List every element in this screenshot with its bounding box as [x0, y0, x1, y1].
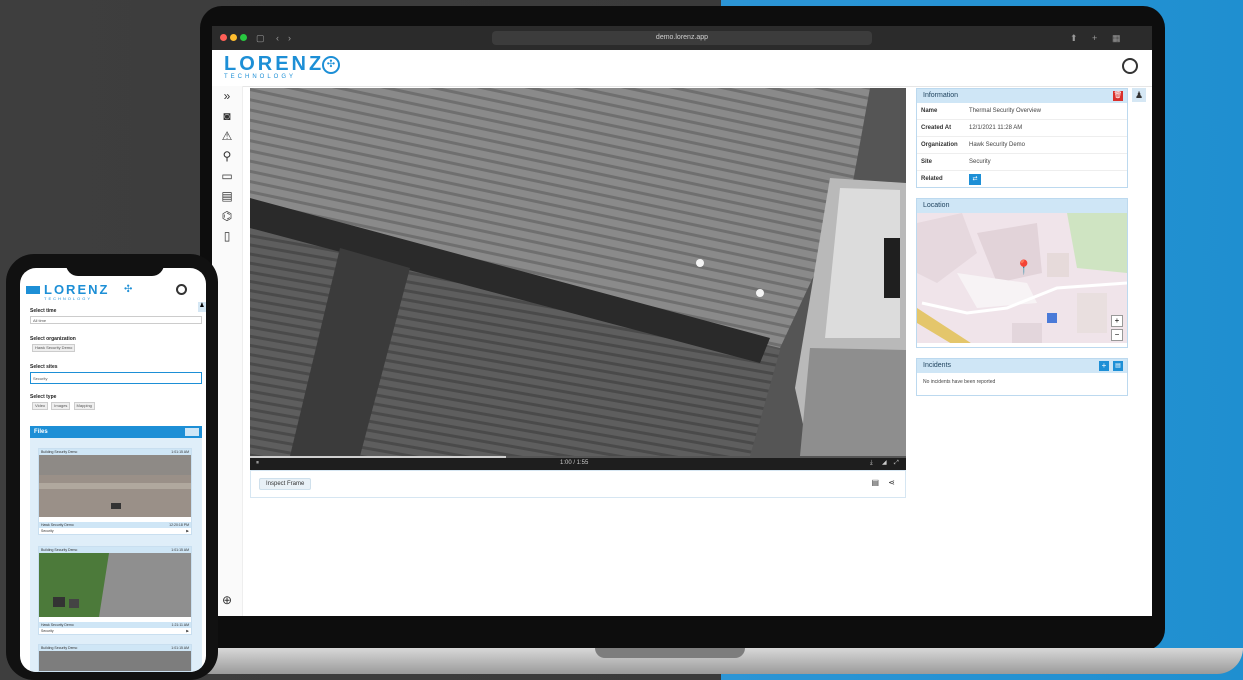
organization-select[interactable]: Hawk Security Demo [30, 344, 202, 352]
fullscreen-icon[interactable]: ⤢ [894, 456, 899, 470]
video-progress-fill [250, 456, 506, 458]
view-toggle-icon[interactable] [185, 428, 199, 436]
info-row: Site Security [917, 154, 1127, 171]
sidebar-phone-icon[interactable]: ▯ [219, 228, 235, 244]
incidents-header: Incidents + ▤ [917, 359, 1127, 373]
phone-logo-subtitle: TECHNOLOGY [44, 296, 93, 301]
video-icon: ▶ [186, 629, 189, 633]
map-graphic [917, 213, 1127, 343]
download-icon[interactable]: ⤓ [870, 456, 873, 470]
sidebar-expand-icon[interactable]: » [219, 88, 235, 104]
sites-input[interactable]: Security [30, 372, 202, 384]
user-avatar-icon[interactable] [1122, 58, 1138, 74]
video-time: 1:00 / 1:55 [560, 460, 589, 466]
file-thumbnail [39, 455, 191, 517]
time-select[interactable]: All time [30, 316, 202, 324]
laptop-screen: ▢ ‹ › demo.lorenz.app ⬆ + ▦ LORENZ TECHN… [212, 26, 1152, 616]
browser-toolbar: ▢ ‹ › demo.lorenz.app ⬆ + ▦ [212, 26, 1152, 50]
map-pin-icon[interactable]: 📍 [1015, 259, 1032, 276]
time-label: Select time [30, 308, 57, 314]
information-panel: Information 🗑 Name Thermal Security Overv… [916, 88, 1128, 188]
incidents-panel: Incidents + ▤ No incidents have been rep… [916, 358, 1128, 396]
maximize-window-icon[interactable] [240, 34, 247, 41]
organization-label: Select organization [30, 336, 76, 342]
add-incident-icon[interactable]: + [1099, 361, 1109, 371]
new-tab-icon[interactable]: + [1092, 32, 1097, 44]
phone-notch [66, 258, 164, 276]
share-icon[interactable]: ⋖ [888, 478, 895, 487]
zoom-in-button[interactable]: + [1111, 315, 1123, 327]
organization-chip[interactable]: Hawk Security Demo [32, 344, 76, 352]
forward-icon[interactable]: › [288, 32, 291, 44]
files-header: Files [30, 426, 202, 438]
type-chip[interactable]: Mapping [73, 402, 95, 410]
info-row: Name Thermal Security Overview [917, 103, 1127, 120]
phone-user-panel-icon[interactable]: ♟ [198, 302, 206, 312]
sidebar-globe-icon[interactable]: ⊕ [219, 592, 235, 608]
phone-screen: LORENZ TECHNOLOGY ✣ ♟ Select time All ti… [20, 268, 206, 672]
location-panel: Location 📍 + − [916, 198, 1128, 348]
app-header: LORENZ TECHNOLOGY ✣ [212, 50, 1152, 87]
info-row: Created At 12/1/2021 11:28 AM [917, 120, 1127, 137]
tab-overview-icon[interactable]: ▦ [1112, 32, 1121, 44]
document-icon[interactable]: ▤ [871, 478, 879, 487]
delete-icon[interactable]: 🗑 [1113, 91, 1123, 101]
inspect-frame-button[interactable]: Inspect Frame [259, 478, 312, 490]
video-controls: ⏸ 1:00 / 1:55 ⤓ ◢ ⤢ [250, 456, 906, 470]
files-title: Files [34, 429, 48, 435]
related-link-icon[interactable]: ⇄ [969, 174, 981, 185]
video-icon: ▶ [186, 529, 189, 533]
location-header: Location [917, 199, 1127, 213]
file-card[interactable]: Building Security Demo 1:01:15 AM Hawk Se… [38, 448, 192, 535]
phone-user-avatar-icon[interactable] [176, 284, 187, 295]
file-card[interactable]: Building Security Demo 1:01:15 AM [38, 644, 192, 672]
sidebar-document-icon[interactable]: ▤ [219, 188, 235, 204]
incident-list-icon[interactable]: ▤ [1113, 361, 1123, 371]
file-thumbnail [39, 553, 191, 617]
sidebar-warning-icon[interactable]: ⚠ [219, 128, 235, 144]
info-row: Organization Hawk Security Demo [917, 137, 1127, 154]
thermal-video-frame[interactable] [250, 88, 906, 456]
information-header: Information 🗑 [917, 89, 1127, 103]
logo[interactable]: LORENZ [224, 53, 324, 76]
logo-subtitle: TECHNOLOGY [224, 74, 297, 80]
location-map[interactable]: 📍 + − [917, 213, 1127, 343]
type-label: Select type [30, 394, 57, 400]
file-thumbnail [39, 651, 191, 671]
type-select[interactable]: Video Images Mapping [30, 402, 202, 410]
zoom-out-button[interactable]: − [1111, 329, 1123, 341]
volume-icon[interactable]: ◢ [882, 456, 887, 470]
phone-menu-icon[interactable] [26, 286, 40, 294]
minimize-window-icon[interactable] [230, 34, 237, 41]
phone-logo: LORENZ [44, 282, 110, 297]
file-card[interactable]: Building Security Demo 1:01:15 AM Hawk Se… [38, 546, 192, 635]
logo-mark-icon: ✣ [322, 56, 340, 74]
video-action-bar: Inspect Frame ▤ ⋖ [250, 470, 906, 498]
user-panel-icon[interactable]: ♟ [1132, 88, 1146, 102]
sidebar-toggle-icon[interactable]: ▢ [256, 32, 265, 44]
type-chip[interactable]: Video [32, 402, 49, 410]
sidebar-hierarchy-icon[interactable]: ⌬ [219, 208, 235, 224]
information-title: Information [923, 92, 959, 99]
info-row: Related ⇄ [917, 171, 1127, 187]
sites-label: Select sites [30, 364, 58, 370]
close-window-icon[interactable] [220, 34, 227, 41]
sidebar-camera-icon[interactable]: ◙ [219, 108, 235, 124]
type-chip[interactable]: Images [51, 402, 71, 410]
back-icon[interactable]: ‹ [276, 32, 279, 44]
incidents-title: Incidents [923, 362, 952, 369]
pause-icon[interactable]: ⏸ [256, 456, 259, 470]
incidents-empty-text: No incidents have been reported [923, 379, 996, 385]
thermal-aerial-image [250, 88, 906, 456]
url-bar[interactable]: demo.lorenz.app [492, 31, 872, 45]
sidebar-folder-icon[interactable]: ▭ [219, 168, 235, 184]
laptop-notch [595, 648, 745, 658]
sidebar-location-pin-icon[interactable]: ⚲ [219, 148, 235, 164]
share-icon[interactable]: ⬆ [1070, 32, 1078, 44]
phone-logo-mark-icon: ✣ [124, 284, 133, 295]
